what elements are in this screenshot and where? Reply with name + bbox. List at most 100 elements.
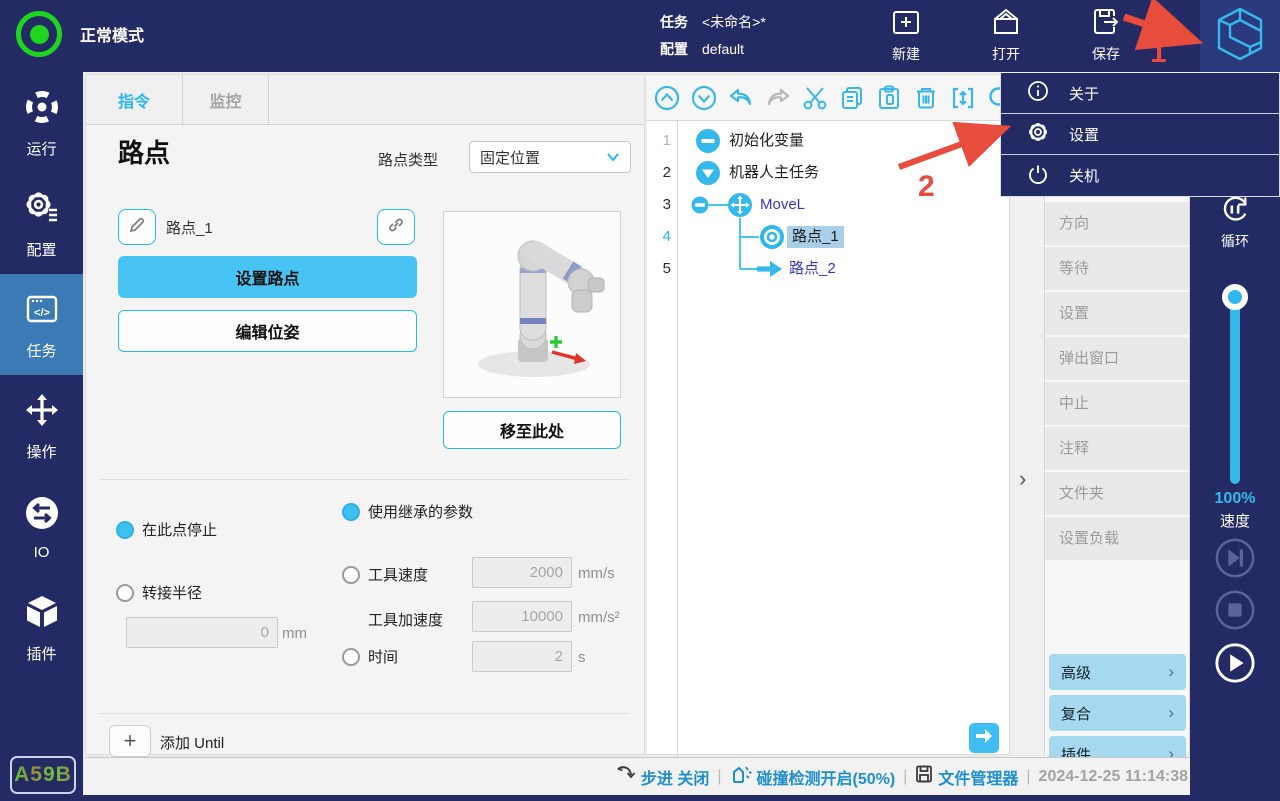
collapse-small-icon[interactable]	[691, 196, 709, 214]
task-value: <未命名>*	[702, 14, 766, 30]
save-label: 保存	[1092, 46, 1120, 62]
time-input[interactable]	[472, 641, 572, 672]
waypoint-arrow-icon[interactable]	[757, 261, 782, 277]
mode-indicator: 正常模式	[16, 11, 144, 57]
tree-row-init-vars[interactable]: 初始化变量	[729, 130, 804, 152]
link-waypoint-button[interactable]	[377, 209, 415, 245]
config-label: 配置	[660, 41, 688, 57]
topbar-actions: 新建 打开 保存	[878, 6, 1134, 64]
chevron-right-icon[interactable]: ›	[1019, 466, 1026, 492]
loop-label: 循环	[1221, 233, 1249, 249]
play-button[interactable]	[1214, 642, 1256, 684]
collision-status[interactable]: 碰撞检测开启(50%)	[730, 764, 895, 789]
new-task-button[interactable]: 新建	[878, 6, 934, 64]
blend-radius-option[interactable]: 转接半径	[116, 582, 202, 603]
command-item-abort[interactable]: 中止	[1045, 382, 1189, 425]
move-circle-icon[interactable]	[728, 193, 752, 217]
open-label: 打开	[992, 46, 1020, 62]
sidebar-item-run[interactable]: 运行	[0, 72, 83, 173]
time-option[interactable]: 时间	[342, 646, 398, 667]
expand-circle-icon[interactable]	[696, 161, 720, 185]
tool-accel-input[interactable]	[472, 601, 572, 632]
waypoint-type-select[interactable]: 固定位置	[469, 141, 631, 173]
insert-icon[interactable]	[949, 84, 977, 112]
tool-speed-label: 工具速度	[368, 567, 429, 584]
task-config-info: 任务 <未命名>* 配置 default	[660, 9, 766, 63]
tree-row-waypoint2[interactable]: 路点_2	[789, 258, 836, 280]
stop-here-option[interactable]: 在此点停止	[116, 519, 217, 540]
plugin-icon	[22, 592, 62, 636]
tree-row-movel[interactable]: MoveL	[760, 194, 805, 216]
cut-icon[interactable]	[801, 84, 829, 112]
command-item-popup[interactable]: 弹出窗口	[1045, 337, 1189, 380]
minus-circle-icon[interactable]	[696, 129, 720, 153]
waypoint-target-icon[interactable]	[760, 225, 784, 249]
stop-here-label: 在此点停止	[142, 522, 218, 539]
info-icon	[1027, 80, 1049, 106]
file-manager-status[interactable]: 文件管理器	[915, 765, 1018, 789]
app-menu-dropdown: 关于 设置 关机	[1000, 72, 1280, 197]
menu-item-about[interactable]: 关于	[1001, 73, 1279, 114]
menu-item-settings[interactable]: 设置	[1001, 114, 1279, 155]
menu-item-shutdown[interactable]: 关机	[1001, 155, 1279, 196]
command-item-set-payload[interactable]: 设置负载	[1045, 517, 1189, 560]
tab-monitor[interactable]: 监控	[183, 75, 269, 125]
speed-slider-track[interactable]	[1230, 288, 1240, 484]
speed-label: 速度	[1219, 513, 1250, 530]
tree-row-main-task[interactable]: 机器人主任务	[729, 162, 819, 184]
move-down-icon[interactable]	[690, 84, 718, 112]
command-item-direction[interactable]: 方向	[1045, 202, 1189, 245]
rename-waypoint-button[interactable]	[118, 209, 156, 245]
step-icon	[616, 765, 636, 788]
device-code-badge[interactable]: A59B	[10, 756, 76, 794]
undo-icon[interactable]	[727, 84, 755, 112]
clock: 2024-12-25 11:14:38	[1038, 767, 1188, 785]
blend-radius-input[interactable]	[126, 617, 278, 648]
move-here-button[interactable]: 移至此处	[443, 411, 621, 449]
speed-percent: 100%	[1214, 490, 1256, 507]
tool-speed-option[interactable]: 工具速度	[342, 564, 428, 585]
edit-pose-button[interactable]: 编辑位姿	[118, 310, 417, 352]
power-icon	[1027, 163, 1049, 189]
command-item-wait[interactable]: 等待	[1045, 247, 1189, 290]
redo-icon[interactable]	[764, 84, 792, 112]
file-manager-icon	[915, 765, 933, 788]
command-item-folder[interactable]: 文件夹	[1045, 472, 1189, 515]
add-until-button[interactable]: +	[109, 725, 151, 757]
tool-speed-input[interactable]	[472, 557, 572, 588]
robot-preview	[443, 211, 621, 398]
jump-to-selection-button[interactable]	[969, 723, 999, 753]
step-mode-status[interactable]: 步进 关闭	[616, 765, 709, 789]
sidebar-item-plugin[interactable]: 插件	[0, 577, 83, 678]
radio-unselected-icon	[342, 565, 360, 584]
save-button[interactable]: 保存	[1078, 6, 1134, 64]
paste-icon[interactable]	[875, 84, 903, 112]
move-up-icon[interactable]	[653, 84, 681, 112]
stop-button[interactable]	[1214, 589, 1256, 631]
waypoint-type-label: 路点类型	[378, 152, 439, 169]
group-advanced[interactable]: 高级 ›	[1049, 654, 1186, 690]
loop-mode-control[interactable]: 循环	[1190, 192, 1280, 251]
loop-icon	[1215, 196, 1255, 231]
tool-accel-row: 工具加速度	[368, 609, 443, 630]
inherit-params-option[interactable]: 使用继承的参数	[342, 501, 473, 522]
set-waypoint-button[interactable]: 设置路点	[118, 256, 417, 298]
sidebar: 运行 配置 </> 任务 操作 IO 插件 A59B	[0, 72, 83, 795]
open-button[interactable]: 打开	[978, 6, 1034, 64]
speed-slider-thumb[interactable]	[1222, 284, 1248, 310]
group-composite[interactable]: 复合 ›	[1049, 695, 1186, 731]
sidebar-item-io[interactable]: IO	[0, 476, 83, 577]
command-item-comment[interactable]: 注释	[1045, 427, 1189, 470]
sidebar-item-task[interactable]: </> 任务	[0, 274, 83, 375]
command-item-set[interactable]: 设置	[1045, 292, 1189, 335]
sidebar-item-label: 插件	[26, 645, 57, 663]
delete-icon[interactable]	[912, 84, 940, 112]
tree-row-waypoint1[interactable]: 路点_1	[787, 226, 844, 248]
app-menu-button[interactable]	[1200, 0, 1280, 72]
sidebar-item-operate[interactable]: 操作	[0, 375, 83, 476]
file-manager-label: 文件管理器	[938, 770, 1019, 788]
sidebar-item-config[interactable]: 配置	[0, 173, 83, 274]
copy-icon[interactable]	[838, 84, 866, 112]
tab-command[interactable]: 指令	[86, 75, 183, 125]
step-next-button[interactable]	[1214, 537, 1256, 579]
